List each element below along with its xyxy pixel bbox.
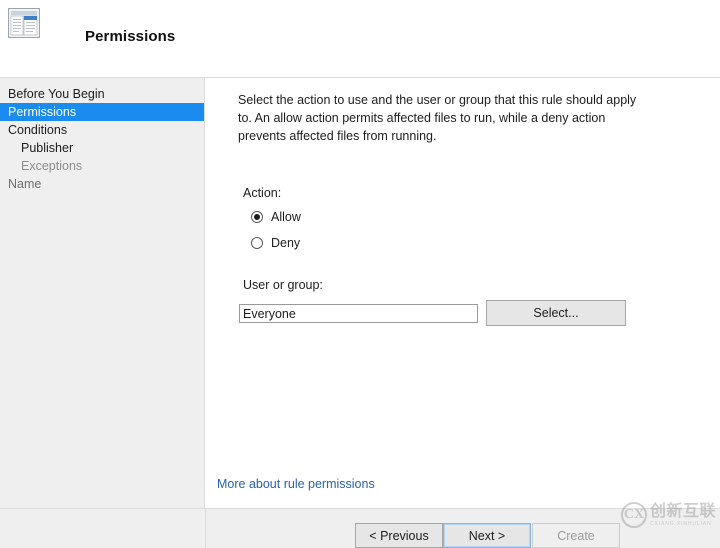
wizard-header: Permissions (0, 0, 720, 78)
wizard-window-icon (8, 8, 40, 38)
more-about-rule-permissions-link[interactable]: More about rule permissions (217, 477, 375, 491)
select-button[interactable]: Select... (486, 300, 626, 326)
wizard-steps-sidebar: Before You Begin Permissions Conditions … (0, 78, 205, 508)
radio-option-allow[interactable]: Allow (251, 209, 301, 225)
previous-button[interactable]: < Previous (355, 523, 443, 548)
sidebar-item-exceptions[interactable]: Exceptions (0, 157, 204, 175)
radio-allow-icon[interactable] (251, 211, 263, 223)
user-or-group-input[interactable] (239, 304, 478, 323)
radio-deny-label: Deny (271, 236, 301, 250)
sidebar-item-permissions[interactable]: Permissions (0, 103, 204, 121)
sidebar-item-conditions[interactable]: Conditions (0, 121, 204, 139)
sidebar-item-publisher[interactable]: Publisher (0, 139, 204, 157)
wizard-body: Before You Begin Permissions Conditions … (0, 78, 720, 508)
page-description: Select the action to use and the user or… (238, 93, 637, 143)
wizard-content-panel: Select the action to use and the user or… (205, 78, 720, 508)
permissions-wizard: Permissions Before You Begin Permissions… (0, 0, 720, 548)
next-button[interactable]: Next > (443, 523, 531, 548)
sidebar-item-before-you-begin[interactable]: Before You Begin (0, 85, 204, 103)
radio-allow-label: Allow (271, 210, 301, 224)
user-or-group-label: User or group: (243, 278, 323, 292)
radio-option-deny[interactable]: Deny (251, 235, 300, 251)
page-title: Permissions (85, 28, 176, 45)
radio-deny-icon[interactable] (251, 237, 263, 249)
wizard-footer: < Previous Next > Create CX 创新互联 CXIANG … (0, 502, 720, 548)
footer-sidebar-fill (0, 509, 205, 548)
sidebar-item-name[interactable]: Name (0, 175, 204, 193)
action-label: Action: (243, 186, 282, 200)
create-button: Create (532, 523, 620, 548)
